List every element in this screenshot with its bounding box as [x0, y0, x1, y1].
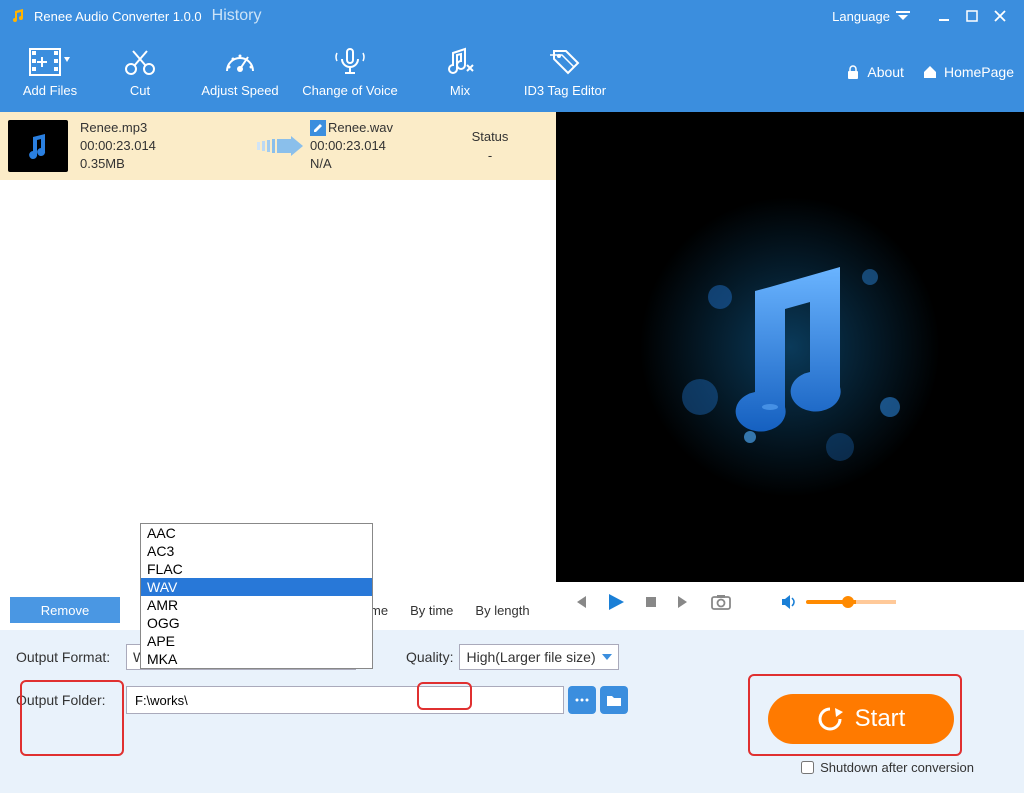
sort-by-length[interactable]: By length — [475, 603, 529, 618]
format-option-ac3[interactable]: AC3 — [141, 542, 372, 560]
format-option-ogg[interactable]: OGG — [141, 614, 372, 632]
music-preview-icon — [556, 112, 1024, 582]
format-option-amr[interactable]: AMR — [141, 596, 372, 614]
output-format-label: Output Format: — [16, 649, 126, 665]
start-button[interactable]: Start — [768, 694, 954, 744]
status-value: - — [440, 148, 540, 163]
path-more-button[interactable] — [568, 686, 596, 714]
tool-label: Mix — [450, 83, 470, 98]
format-option-flac[interactable]: FLAC — [141, 560, 372, 578]
play-button[interactable] — [606, 592, 626, 612]
convert-arrow-icon — [250, 134, 310, 158]
mix-button[interactable]: Mix — [410, 32, 510, 112]
change-of-voice-button[interactable]: Change of Voice — [290, 32, 410, 112]
file-thumbnail — [8, 120, 68, 172]
home-icon — [922, 64, 938, 80]
history-link[interactable]: History — [212, 7, 262, 25]
source-filename: Renee.mp3 — [80, 119, 250, 137]
about-link[interactable]: About — [845, 64, 904, 80]
tag-icon — [548, 47, 582, 77]
mix-icon — [443, 47, 477, 77]
volume-slider[interactable] — [806, 600, 896, 604]
tool-label: Add Files — [23, 83, 77, 98]
homepage-link[interactable]: HomePage — [922, 64, 1014, 80]
browse-folder-button[interactable] — [600, 686, 628, 714]
close-button[interactable] — [986, 5, 1014, 27]
output-folder-label: Output Folder: — [16, 692, 126, 708]
target-size: N/A — [310, 155, 440, 173]
quality-label: Quality: — [406, 649, 453, 665]
tool-label: ID3 Tag Editor — [524, 83, 606, 98]
tool-label: Change of Voice — [302, 83, 397, 98]
chevron-down-icon — [602, 654, 612, 660]
format-option-mka[interactable]: MKA — [141, 650, 372, 668]
stop-button[interactable] — [644, 595, 658, 609]
adjust-speed-button[interactable]: Adjust Speed — [190, 32, 290, 112]
file-list-panel: Renee.mp3 00:00:23.014 0.35MB Renee.wav … — [0, 112, 556, 582]
film-add-icon — [28, 47, 72, 77]
language-dropdown[interactable]: Language — [832, 9, 910, 24]
snapshot-button[interactable] — [710, 593, 732, 611]
prev-button[interactable] — [572, 594, 588, 610]
app-title: Renee Audio Converter 1.0.0 — [34, 9, 202, 24]
maximize-button[interactable] — [958, 5, 986, 27]
app-logo-icon — [10, 8, 26, 24]
format-option-ape[interactable]: APE — [141, 632, 372, 650]
shutdown-checkbox[interactable] — [801, 761, 814, 774]
homepage-label: HomePage — [944, 64, 1014, 80]
chevron-down-icon — [896, 11, 910, 21]
language-label: Language — [832, 9, 890, 24]
output-folder-input[interactable] — [126, 686, 564, 714]
scissors-icon — [123, 47, 157, 77]
preview-panel — [556, 112, 1024, 582]
format-option-wav[interactable]: WAV — [141, 578, 372, 596]
quality-value: High(Larger file size) — [466, 649, 595, 665]
format-option-aac[interactable]: AAC — [141, 524, 372, 542]
id3-tag-editor-button[interactable]: ID3 Tag Editor — [510, 32, 620, 112]
refresh-icon — [817, 706, 843, 732]
start-label: Start — [855, 705, 906, 733]
tool-label: Cut — [130, 83, 150, 98]
source-size: 0.35MB — [80, 155, 250, 173]
volume-icon[interactable] — [780, 594, 798, 610]
next-button[interactable] — [676, 594, 692, 610]
gauge-icon — [223, 47, 257, 77]
edit-target-icon[interactable] — [310, 120, 326, 136]
minimize-button[interactable] — [930, 5, 958, 27]
status-header: Status — [440, 129, 540, 144]
sort-by-time[interactable]: By time — [410, 603, 453, 618]
playback-controls — [556, 582, 1024, 622]
about-label: About — [867, 64, 904, 80]
target-filename: Renee.wav — [328, 119, 393, 137]
remove-button[interactable]: Remove — [10, 597, 120, 623]
quality-select[interactable]: High(Larger file size) — [459, 644, 619, 670]
tool-label: Adjust Speed — [201, 83, 278, 98]
cut-button[interactable]: Cut — [90, 32, 190, 112]
shutdown-label: Shutdown after conversion — [820, 760, 974, 775]
microphone-icon — [333, 47, 367, 77]
add-files-button[interactable]: Add Files — [10, 32, 90, 112]
target-duration: 00:00:23.014 — [310, 137, 440, 155]
file-row[interactable]: Renee.mp3 00:00:23.014 0.35MB Renee.wav … — [0, 112, 556, 180]
output-format-dropdown-list[interactable]: AACAC3FLACWAVAMROGGAPEMKA — [140, 523, 373, 669]
source-duration: 00:00:23.014 — [80, 137, 250, 155]
lock-icon — [845, 64, 861, 80]
